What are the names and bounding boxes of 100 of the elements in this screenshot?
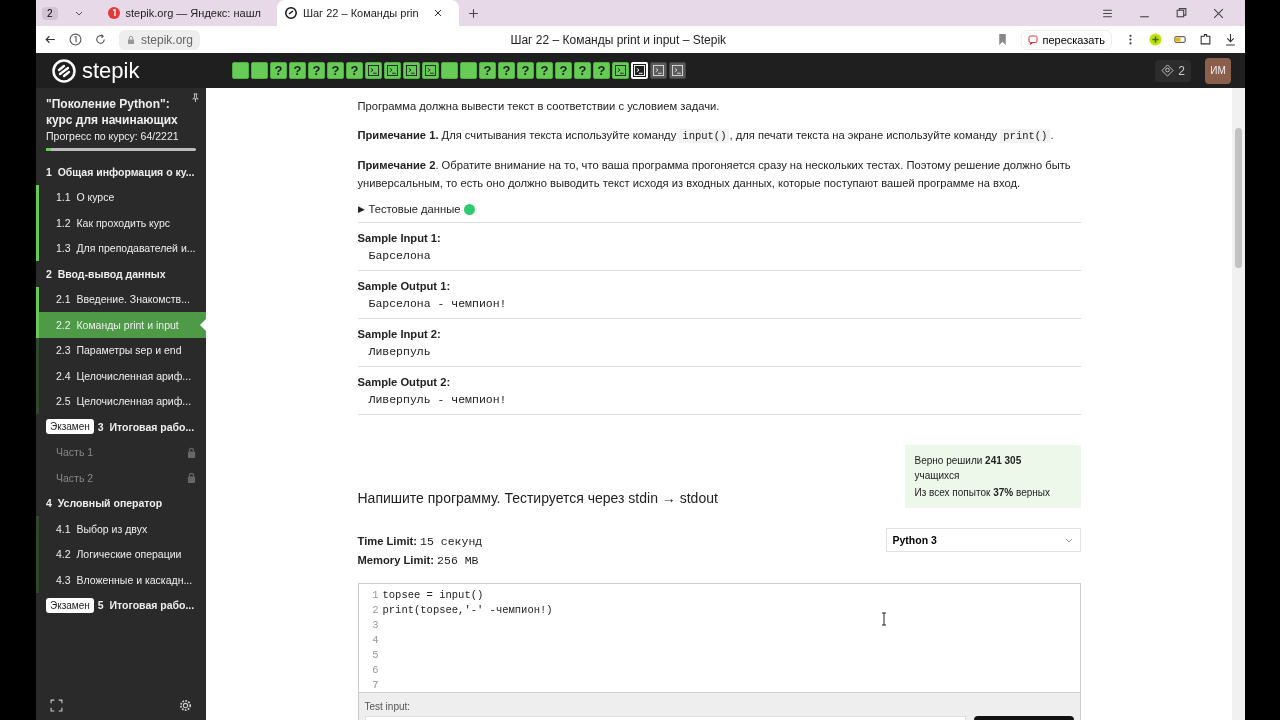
close-icon[interactable] (432, 8, 443, 18)
line-number: 6 (371, 663, 380, 678)
course-title[interactable]: "Поколение Python": курс для начинающих (46, 96, 196, 128)
lesson-item[interactable]: 2.3 Параметры sep и end (36, 337, 206, 363)
sample-value: Барселона - чемпион! (368, 296, 508, 312)
line-number: 1 (371, 588, 380, 603)
line-number: 7 (371, 678, 380, 693)
reload-icon[interactable] (94, 33, 107, 46)
test-input-label: Test input: (364, 701, 412, 712)
step-button[interactable]: ? (270, 62, 287, 79)
address-field[interactable]: stepik.org (119, 29, 201, 50)
step-button[interactable]: ? (346, 62, 363, 79)
lock-icon (187, 446, 196, 458)
sample-value: Ливерпуль - чемпион! (368, 392, 508, 408)
lesson-item[interactable]: 2.4 Целочисленная ариф... (36, 363, 206, 389)
back-arrow-icon[interactable] (44, 33, 57, 46)
step-button[interactable]: ? (289, 62, 306, 79)
sample-value: Ливерпуль (368, 344, 432, 360)
quote-bubble-icon (1028, 34, 1039, 45)
step-button[interactable]: ? (536, 62, 553, 79)
language-select[interactable]: Python 3 (885, 528, 1081, 552)
step-button[interactable]: ? (593, 62, 610, 79)
step-button[interactable] (384, 62, 401, 79)
step-button[interactable]: ? (308, 62, 325, 79)
plus-icon[interactable] (466, 6, 480, 20)
module-item[interactable]: Экзамен 3 Итоговая рабо... (36, 414, 206, 440)
tab-count[interactable]: 2 (42, 6, 58, 20)
paragraph: Примечание 2. Обратите внимание на то, что ваша программа прогоняется сразу на нескольких тестах. Поэтому решение должно быть универсальным, то есть оно должно выводить текст исходя из входных данных, которые поступают вашей программе на вход. (357, 158, 1072, 191)
battery-icon[interactable] (1174, 33, 1187, 46)
module-item[interactable]: 1 Общая информация о ку... (36, 159, 206, 185)
lesson-item[interactable]: Часть 2 (36, 465, 206, 491)
plus-circle-icon[interactable] (1149, 33, 1162, 46)
points-badge[interactable]: 2 (1155, 59, 1191, 82)
module-item[interactable]: 4 Условный оператор (36, 490, 206, 516)
lesson-item[interactable]: Часть 1 (36, 439, 206, 465)
download-icon[interactable] (1224, 33, 1237, 46)
module-item[interactable]: 2 Ввод-вывод данных (36, 261, 206, 287)
text-cursor-icon (880, 612, 887, 626)
pin-icon[interactable] (191, 93, 200, 102)
browser-tab[interactable]: Шаг 22 – Команды prin (276, 0, 459, 26)
line-number: 2 (371, 603, 380, 618)
lesson-item[interactable]: 1.1 О курсе (36, 184, 206, 210)
terminal-icon (615, 65, 626, 76)
step-button[interactable]: ? (327, 62, 344, 79)
terminal-icon (634, 65, 645, 76)
sample-label: Sample Input 2: (357, 327, 442, 342)
terminal-icon (425, 65, 436, 76)
lesson-item[interactable]: 2.5 Целочисленная ариф... (36, 388, 206, 414)
terminal-icon (368, 65, 379, 76)
stats-text: Из всех попыток 37% верных (914, 486, 1051, 500)
lock-icon (126, 34, 136, 45)
close-icon[interactable] (1212, 6, 1225, 20)
lock-icon (187, 472, 196, 484)
limit-text: Memory Limit: 256 MB (357, 553, 480, 569)
lesson-item[interactable]: 1.2 Как проходить курс (36, 210, 206, 236)
sample-label: Sample Output 1: (357, 279, 452, 294)
code-line: topsee = input() (382, 588, 484, 603)
step-button[interactable]: ? (574, 62, 591, 79)
scrollbar[interactable] (1232, 88, 1245, 720)
module-item[interactable]: Экзамен 5 Итоговая рабо... (36, 592, 206, 618)
progress-label: Прогресс по курсу: 64/2221 (46, 130, 180, 142)
step-button[interactable] (669, 62, 686, 79)
lesson-item[interactable]: 1.3 Для преподавателей и... (36, 235, 206, 261)
retell-button[interactable]: пересказать (1021, 29, 1112, 50)
step-button[interactable]: ? (479, 62, 496, 79)
paragraph: Программа должна вывести текст в соответствии с условием задачи. (357, 99, 721, 114)
test-data-toggle[interactable]: ▶ Тестовые данные (357, 203, 1081, 223)
sample-label: Sample Input 1: (357, 231, 442, 246)
extensions-icon[interactable] (1199, 33, 1212, 46)
terminal-icon (406, 65, 417, 76)
step-button[interactable] (650, 62, 667, 79)
step-button[interactable] (422, 62, 439, 79)
lesson-item[interactable]: 4.1 Выбор из двух (36, 516, 206, 542)
step-button[interactable] (612, 62, 629, 79)
settings-icon[interactable] (179, 698, 192, 712)
browser-tab[interactable]: stepik.org — Яндекс: нашл (99, 0, 269, 26)
step-button[interactable]: ? (555, 62, 572, 79)
lesson-item[interactable]: 4.3 Вложенные и каскадн... (36, 567, 206, 593)
step-button[interactable]: ? (517, 62, 534, 79)
code-editor[interactable]: 1 topsee = input() 2 print(topsee,'-' -чемпион!) 3 4 5 6 7 (357, 583, 1081, 693)
sample-value: Барселона (368, 248, 432, 264)
task-title: Напишите программу. Тестируется через stdin → stdout (357, 490, 718, 506)
stepik-logo[interactable]: stepik (52, 57, 232, 84)
restore-icon[interactable] (1175, 6, 1188, 20)
lesson-item[interactable]: 4.2 Логические операции (36, 541, 206, 567)
sample-label: Sample Output 2: (357, 375, 452, 390)
terminal-icon (672, 65, 683, 76)
code-line: print(topsee,'-' -чемпион!) (382, 603, 553, 618)
paragraph: Примечание 1. Для считывания текста используйте команду input() , для печати текста на экране используйте команду print() . (357, 128, 1055, 145)
line-number: 5 (371, 648, 380, 663)
step-button[interactable] (403, 62, 420, 79)
diamond-icon (1161, 64, 1175, 77)
exam-badge: Экзамен (46, 419, 94, 435)
user-avatar[interactable]: ИМ (1205, 57, 1231, 84)
fullscreen-icon[interactable] (50, 698, 63, 712)
terminal-icon (653, 65, 664, 76)
terminal-icon (387, 65, 398, 76)
step-button[interactable] (365, 62, 382, 79)
step-button[interactable]: ? (498, 62, 515, 79)
line-number: 3 (371, 618, 380, 633)
